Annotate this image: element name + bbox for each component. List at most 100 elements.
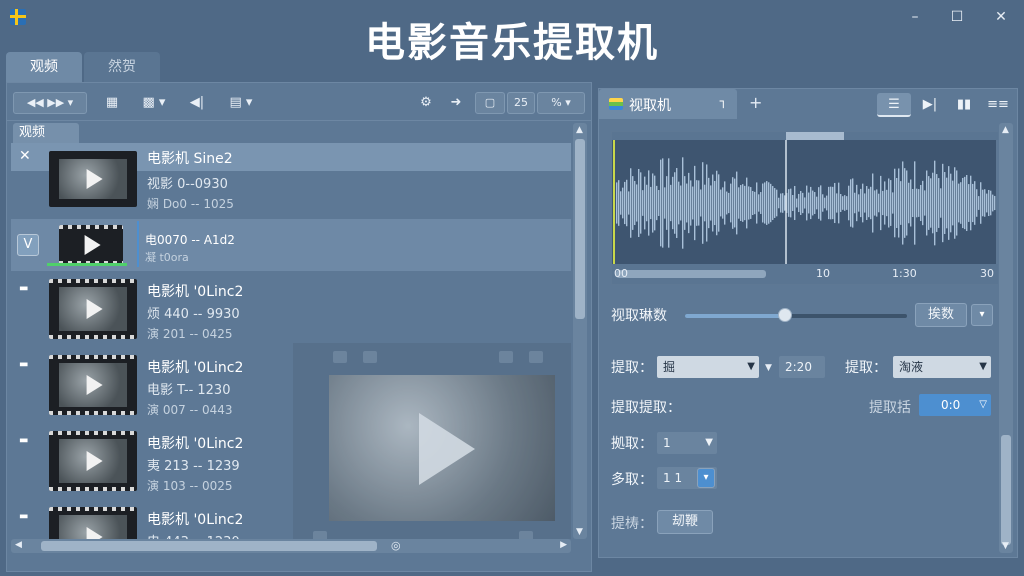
drag-handle-icon[interactable]: ▬: [19, 359, 28, 370]
extract-select-2[interactable]: 淘液 ▼: [893, 356, 991, 378]
waveform-bar: [880, 175, 882, 231]
video-thumbnail[interactable]: [49, 355, 137, 415]
scroll-up-icon[interactable]: ▲: [576, 125, 583, 135]
waveform-bar: [924, 190, 926, 216]
waveform-view[interactable]: 00 10 1:30 30: [611, 131, 998, 285]
percent-label: %: [551, 96, 562, 109]
video-thumbnail[interactable]: [49, 507, 137, 539]
slider-handle[interactable]: [777, 308, 792, 322]
scroll-thumb[interactable]: [575, 139, 585, 319]
extract-value-dropdown[interactable]: 0:0 ▽: [919, 394, 991, 416]
maximize-button[interactable]: ☐: [946, 6, 968, 28]
waveform-bar: [940, 188, 942, 218]
overview-highlight[interactable]: [786, 132, 844, 140]
waveform-bar: [790, 188, 792, 218]
waveform-bar: [898, 168, 900, 238]
remove-icon[interactable]: ✕: [19, 148, 31, 164]
param-slider[interactable]: [685, 308, 907, 322]
waveform-bar: [630, 168, 632, 238]
film-holes: [49, 487, 137, 491]
drag-handle-icon[interactable]: ▬: [19, 283, 28, 294]
scroll-thumb[interactable]: [1001, 435, 1011, 545]
panel-vertical-scrollbar[interactable]: ▲ ▼: [999, 123, 1013, 553]
list-vertical-scrollbar[interactable]: ▲ ▼: [573, 123, 587, 539]
waveform-bar: [894, 168, 896, 238]
waveform-bar: [736, 171, 738, 235]
waveform-bar: [692, 186, 694, 220]
waveform-bar: [968, 184, 970, 222]
tab-close-icon[interactable]: ┐: [720, 94, 727, 108]
grid-view-icon[interactable]: ▩ ▾: [133, 92, 175, 114]
waveform-bar: [698, 180, 700, 226]
zoom-value[interactable]: 25: [507, 92, 535, 114]
chevron-down-icon[interactable]: ▾: [697, 468, 715, 488]
minimize-button[interactable]: –: [904, 6, 926, 28]
waveform-bar: [954, 167, 956, 239]
item-meta: 演 007 -- 0443: [147, 403, 233, 417]
waveform-bar: [744, 185, 746, 221]
waveform-bar: [618, 180, 620, 226]
tab-audio[interactable]: 然贺: [84, 52, 160, 82]
folder-icon[interactable]: ▤ ▾: [219, 92, 263, 114]
chevron-down-icon[interactable]: ▼: [765, 363, 772, 373]
film-icon[interactable]: ▦: [101, 92, 123, 114]
waveform-bar: [934, 160, 936, 246]
audio-out-icon[interactable]: ◀|: [185, 92, 209, 114]
list-horizontal-scrollbar[interactable]: ◀ ◎ ▶: [11, 539, 571, 553]
checkbox[interactable]: V: [17, 234, 39, 256]
waveform-bar: [646, 184, 648, 222]
waveform-bar: [740, 185, 742, 221]
video-thumbnail[interactable]: [59, 225, 123, 265]
waveform-bar: [862, 183, 864, 223]
scroll-right-icon[interactable]: ▶: [560, 540, 567, 550]
waveform-bar: [794, 185, 796, 221]
big-play-icon[interactable]: [419, 413, 475, 485]
scroll-down-icon[interactable]: ▼: [576, 527, 583, 537]
waveform-bar: [950, 173, 952, 233]
waveform-overview: [612, 132, 998, 140]
waveform-bar: [748, 186, 750, 220]
scroll-down-icon[interactable]: ▼: [1002, 541, 1009, 551]
list-view-icon[interactable]: ☰: [877, 93, 911, 117]
close-button[interactable]: ✕: [990, 6, 1012, 28]
waveform-bar: [752, 190, 754, 216]
scroll-left-icon[interactable]: ◀: [15, 540, 22, 550]
count-select[interactable]: 1 ▼: [657, 432, 717, 454]
drag-handle-icon[interactable]: ▬: [19, 511, 28, 522]
waveform-bar: [836, 193, 838, 213]
scroll-center-icon[interactable]: ◎: [391, 539, 401, 552]
waveform-bar: [734, 178, 736, 228]
waveform-bar: [922, 180, 924, 226]
extract-select-1[interactable]: 掘 ▼: [657, 356, 759, 378]
tab-video[interactable]: 观频: [6, 52, 82, 82]
tab-extractor[interactable]: 视取机 ┐: [599, 89, 737, 119]
frame-icon[interactable]: ▢: [475, 92, 505, 114]
scroll-up-icon[interactable]: ▲: [1002, 125, 1009, 135]
add-tab-icon[interactable]: +: [749, 93, 762, 112]
zoom-percent-dropdown[interactable]: % ▾: [537, 92, 585, 114]
waveform-bar: [952, 180, 954, 226]
drag-handle-icon[interactable]: ▬: [19, 435, 28, 446]
prev-next-button[interactable]: ◀◀ ▶▶ ▾: [13, 92, 87, 114]
menu-icon[interactable]: ≡≡: [981, 93, 1015, 117]
play-toggle-icon[interactable]: ▶|: [913, 93, 947, 117]
equalizer-icon[interactable]: ▮▮: [947, 93, 981, 117]
time-scroll-thumb[interactable]: [616, 270, 766, 278]
param-button[interactable]: 挨数: [915, 303, 967, 327]
settings-icon[interactable]: ⚙: [415, 92, 437, 114]
video-thumbnail[interactable]: [49, 279, 137, 339]
sprocket: [519, 531, 533, 539]
preview-panel: [293, 343, 571, 539]
extract-action-button[interactable]: 刼鞭: [657, 510, 713, 534]
play-icon: [86, 169, 103, 189]
list-item[interactable]: V 电0070 -- A1d2 凝 t0ora: [11, 219, 571, 271]
waveform-bar: [746, 177, 748, 229]
video-thumbnail[interactable]: [49, 431, 137, 491]
sprocket: [499, 351, 513, 363]
scroll-thumb[interactable]: [41, 541, 377, 551]
video-thumbnail[interactable]: [49, 151, 137, 207]
waveform-bar: [938, 178, 940, 228]
forward-icon[interactable]: ➜: [443, 92, 469, 114]
param-dropdown[interactable]: ▾: [971, 304, 993, 326]
time-field[interactable]: 2:20: [779, 356, 825, 378]
